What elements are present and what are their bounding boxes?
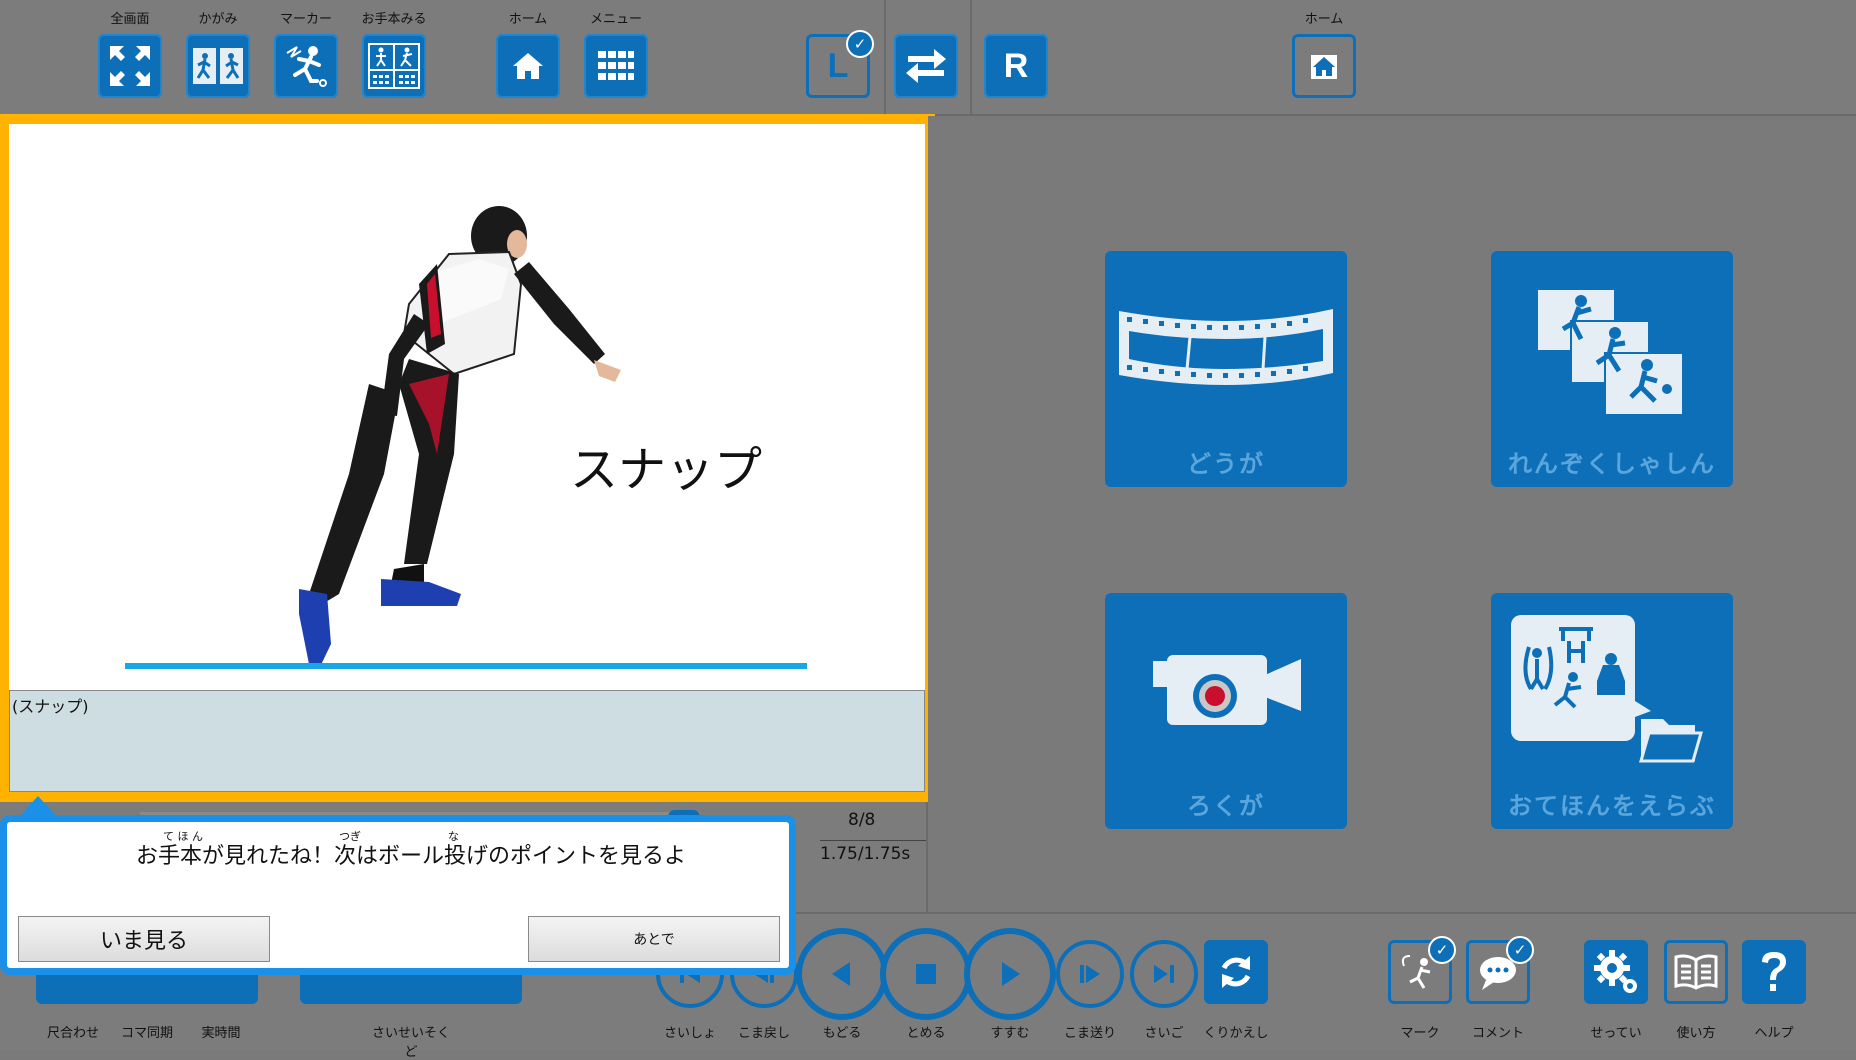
fullscreen-label: 全画面 bbox=[110, 12, 150, 27]
step-forward-button[interactable] bbox=[1056, 940, 1124, 1008]
usage-button[interactable] bbox=[1664, 940, 1728, 1004]
settings-label: せってい bbox=[1590, 1026, 1642, 1041]
time-readout: 1.75/1.75s bbox=[820, 844, 911, 864]
play-icon bbox=[1002, 962, 1020, 986]
frame-counter: 8/8 bbox=[848, 810, 876, 830]
repeat-button[interactable] bbox=[1204, 940, 1268, 1004]
swap-button[interactable] bbox=[894, 34, 958, 98]
tile-choose-model[interactable]: おてほんをえらぶ bbox=[1491, 593, 1733, 829]
left-video-toggle[interactable]: L ✓ bbox=[806, 30, 874, 98]
home-icon bbox=[513, 53, 543, 79]
stop-icon bbox=[916, 964, 936, 984]
tile-video[interactable]: どうが bbox=[1105, 251, 1347, 487]
step-back-label: こま戻し bbox=[737, 1026, 790, 1041]
model-compare-icon bbox=[368, 43, 420, 89]
view-model-button[interactable] bbox=[362, 34, 426, 98]
toolbar-divider bbox=[884, 0, 886, 114]
usage-label: 使い方 bbox=[1676, 1026, 1716, 1041]
watch-now-button[interactable]: いま見る bbox=[18, 916, 270, 962]
right-home-label: ホーム bbox=[1304, 12, 1344, 27]
caption-box: (スナップ) bbox=[9, 690, 925, 792]
speed-label: さいせいそくど bbox=[371, 1026, 450, 1060]
stop-button[interactable] bbox=[880, 928, 972, 1020]
last-button[interactable] bbox=[1130, 940, 1198, 1008]
overlay-text: スナップ bbox=[570, 442, 763, 498]
tile-label: おてほんをえらぶ bbox=[1508, 792, 1716, 820]
check-icon: ✓ bbox=[1428, 936, 1456, 964]
marker-label: マーカー bbox=[279, 12, 332, 27]
check-icon: ✓ bbox=[1506, 936, 1534, 964]
marker-button[interactable] bbox=[274, 34, 338, 98]
view-model-label: お手本みる bbox=[361, 12, 427, 27]
ground-line bbox=[125, 663, 807, 669]
mirror-label: かがみ bbox=[198, 12, 238, 27]
back-button[interactable] bbox=[796, 928, 888, 1020]
skip-last-icon bbox=[1154, 965, 1174, 983]
back-label: もどる bbox=[822, 1026, 862, 1041]
check-icon: ✓ bbox=[846, 30, 874, 58]
mirror-button[interactable] bbox=[186, 34, 250, 98]
tile-sequence-photos[interactable]: れんぞくしゃしん bbox=[1491, 251, 1733, 487]
left-letter: L bbox=[827, 46, 849, 85]
repeat-icon bbox=[1221, 956, 1251, 988]
book-icon bbox=[1674, 954, 1718, 990]
comment-label: コメント bbox=[1471, 1026, 1524, 1041]
home-label: ホーム bbox=[508, 12, 548, 27]
repeat-label: くりかえし bbox=[1203, 1026, 1269, 1041]
tile-record[interactable]: ろくが bbox=[1105, 593, 1347, 829]
caption-text: (スナップ) bbox=[12, 697, 89, 716]
menu-label: メニュー bbox=[589, 12, 642, 27]
tile-label: れんぞくしゃしん bbox=[1508, 450, 1716, 478]
menu-button[interactable] bbox=[584, 34, 648, 98]
stop-label: とめる bbox=[906, 1026, 946, 1041]
expand-icon bbox=[110, 46, 150, 86]
step-forward-icon bbox=[1080, 965, 1100, 983]
tile-label: ろくが bbox=[1187, 792, 1265, 820]
toolbar-divider bbox=[970, 0, 972, 114]
swap-arrows-icon bbox=[906, 49, 946, 83]
fullscreen-button[interactable] bbox=[98, 34, 162, 98]
time-divider bbox=[820, 840, 926, 841]
real-time-label: 実時間 bbox=[201, 1026, 241, 1041]
grid-menu-icon bbox=[598, 51, 634, 80]
settings-button[interactable] bbox=[1584, 940, 1648, 1004]
play-button[interactable] bbox=[964, 928, 1056, 1020]
comment-button[interactable]: ✓ bbox=[1466, 936, 1534, 1004]
mark-button[interactable]: ✓ bbox=[1388, 936, 1456, 1004]
tile-label: どうが bbox=[1187, 450, 1265, 478]
home-button[interactable] bbox=[496, 34, 560, 98]
throwing-athlete-figure bbox=[299, 206, 621, 669]
right-video-toggle[interactable]: R bbox=[984, 34, 1048, 98]
later-button[interactable]: あとで bbox=[528, 916, 780, 962]
marker-icon bbox=[286, 46, 327, 87]
dialog-message: お手本が見れたね！次はボール投げのポイントを見るよ bbox=[136, 844, 687, 869]
video-viewport[interactable]: スナップ bbox=[9, 124, 925, 690]
question-mark-icon bbox=[1762, 952, 1786, 991]
mirror-icon bbox=[193, 48, 243, 84]
play-label: すすむ bbox=[990, 1026, 1030, 1041]
right-letter: R bbox=[1003, 46, 1029, 85]
home-icon bbox=[1311, 55, 1337, 79]
mark-label: マーク bbox=[1400, 1026, 1440, 1041]
gear-icon bbox=[1594, 950, 1637, 993]
help-label: ヘルプ bbox=[1754, 1026, 1794, 1041]
help-button[interactable] bbox=[1742, 940, 1806, 1004]
rewind-icon bbox=[832, 962, 850, 986]
right-home-button[interactable] bbox=[1292, 34, 1356, 98]
